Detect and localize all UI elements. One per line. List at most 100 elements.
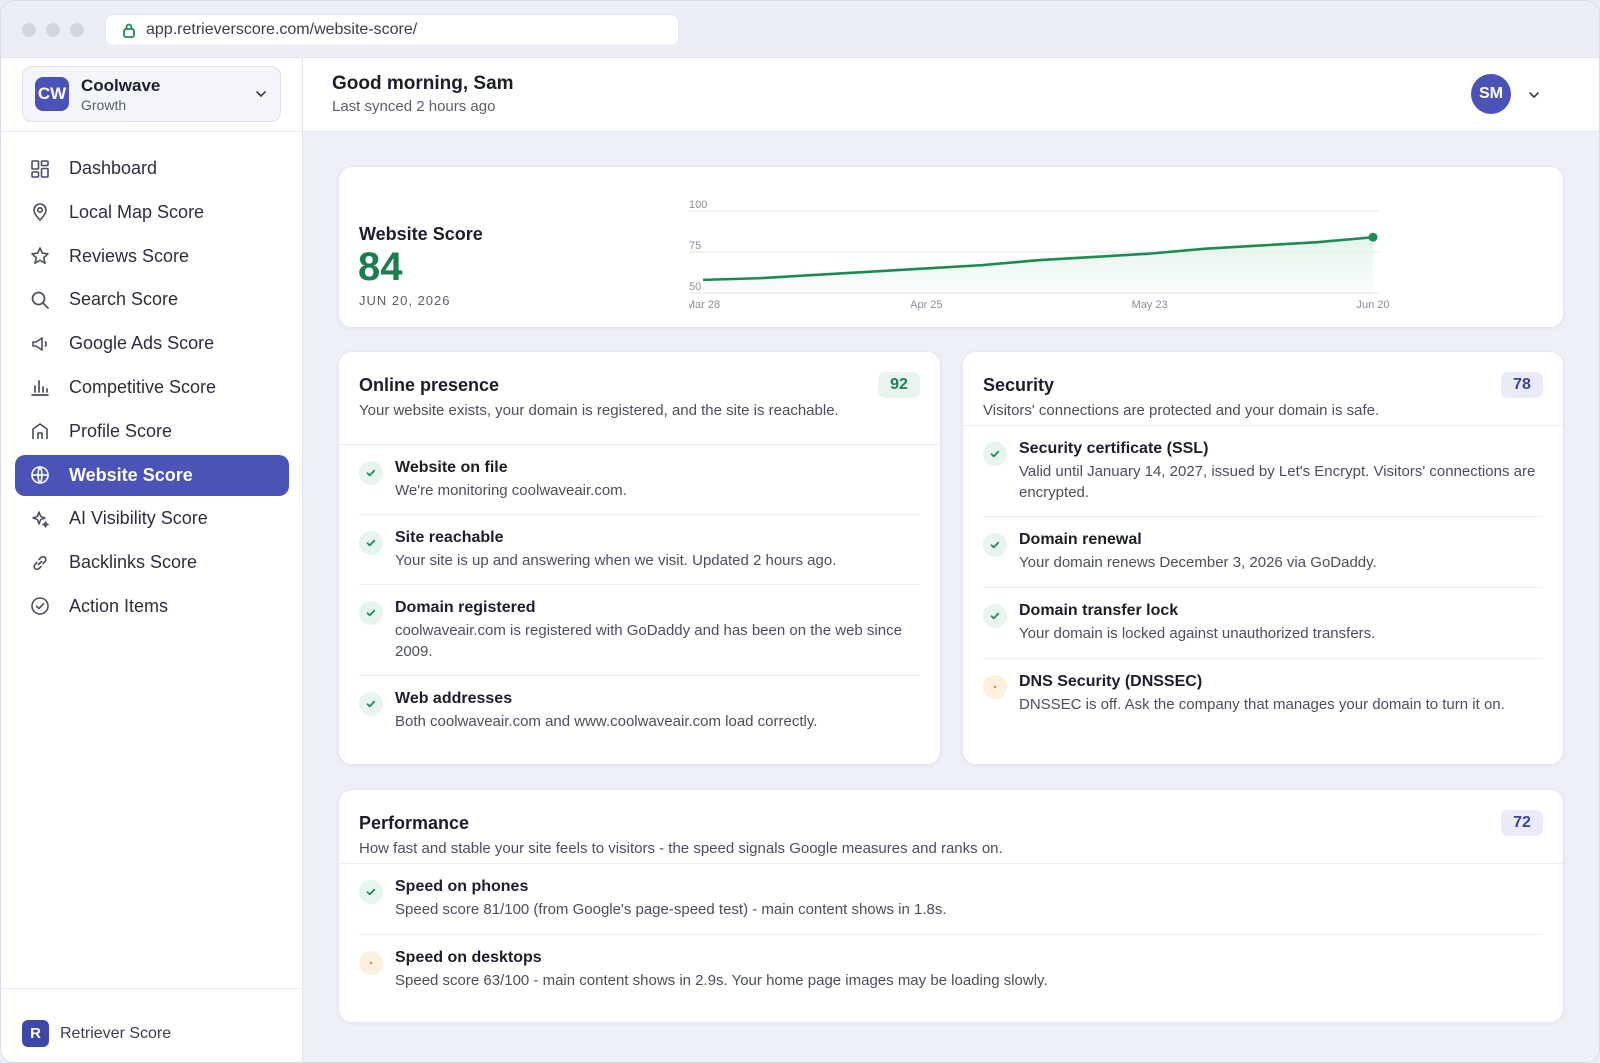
check-icon xyxy=(359,880,383,904)
x-tick-label: Jun 20 xyxy=(1356,299,1389,311)
sidebar-item-label: Reviews Score xyxy=(69,245,190,266)
item-text: Speed score 81/100 (from Google's page-s… xyxy=(395,901,947,918)
brand-footer: R Retriever Score xyxy=(22,1020,171,1047)
sidebar-item-ai-visibility-score[interactable]: AI Visibility Score xyxy=(15,498,289,539)
item-title: Security certificate (SSL) xyxy=(1019,440,1209,457)
score-value: 84 xyxy=(358,245,403,289)
check-list: Speed on phones Speed score 81/100 (from… xyxy=(359,864,1543,1006)
org-switcher[interactable]: CW Coolwave Growth xyxy=(22,66,281,122)
sidebar-nav: Dashboard Local Map Score Reviews Score … xyxy=(15,148,289,630)
card-title: Performance xyxy=(359,813,470,833)
item-title: Speed on desktops xyxy=(395,949,542,966)
sidebar-divider xyxy=(1,131,302,132)
check-icon xyxy=(359,601,383,625)
check-icon xyxy=(983,604,1007,628)
sidebar-item-website-score[interactable]: Website Score xyxy=(15,454,289,496)
score-date: JUN 20, 2026 xyxy=(359,293,451,308)
item-text: DNSSEC is off. Ask the company that mana… xyxy=(1019,696,1505,713)
item-title: Website on file xyxy=(395,459,508,476)
sidebar-item-competitive-score[interactable]: Competitive Score xyxy=(15,367,289,408)
list-item: Security certificate (SSL) Valid until J… xyxy=(983,426,1543,517)
dashboard-icon xyxy=(29,158,51,180)
item-title: Domain renewal xyxy=(1019,531,1142,548)
card-description: Your website exists, your domain is regi… xyxy=(359,402,839,419)
greeting: Good morning, Sam xyxy=(332,73,514,94)
window-minimize-button[interactable] xyxy=(46,23,60,37)
card-title: Online presence xyxy=(359,375,500,395)
warning-dot-icon xyxy=(359,951,383,975)
bar-chart-icon xyxy=(29,376,51,398)
address-bar[interactable]: app.retrieverscore.com/website-score/ xyxy=(105,14,679,46)
card-title: Security xyxy=(983,375,1055,395)
check-icon xyxy=(359,531,383,555)
storefront-icon xyxy=(29,420,51,442)
sidebar-item-label: Local Map Score xyxy=(69,201,205,222)
item-text: Valid until January 14, 2027, issued by … xyxy=(1019,463,1536,501)
list-item: Web addresses Both coolwaveair.com and w… xyxy=(359,676,920,746)
y-tick-label: 100 xyxy=(689,199,707,211)
check-list: Website on file We're monitoring coolwav… xyxy=(359,445,920,746)
card-description: Visitors' connections are protected and … xyxy=(983,402,1380,419)
item-text: Speed score 63/100 - main content shows … xyxy=(395,972,1048,989)
item-text: Your domain is locked against unauthoriz… xyxy=(1019,625,1376,642)
sidebar-item-label: Action Items xyxy=(69,595,169,616)
link-icon xyxy=(29,552,51,574)
sparkle-icon xyxy=(29,508,51,530)
sidebar-item-reviews-score[interactable]: Reviews Score xyxy=(15,236,289,277)
window-maximize-button[interactable] xyxy=(70,23,84,37)
sidebar-item-local-map-score[interactable]: Local Map Score xyxy=(15,192,289,233)
score-badge: 92 xyxy=(878,372,920,398)
item-title: Site reachable xyxy=(395,529,504,546)
item-text: coolwaveair.com is registered with GoDad… xyxy=(395,622,902,660)
search-icon xyxy=(29,289,51,311)
chevron-down-icon[interactable] xyxy=(1527,88,1541,107)
app-window: app.retrieverscore.com/website-score/ CW… xyxy=(0,0,1600,1063)
sidebar-item-dashboard[interactable]: Dashboard xyxy=(15,148,289,189)
brand-logo: R xyxy=(22,1020,49,1047)
item-title: Domain transfer lock xyxy=(1019,602,1179,619)
sidebar-item-action-items[interactable]: Action Items xyxy=(15,586,289,627)
sidebar-item-label: Search Score xyxy=(69,289,179,310)
data-point xyxy=(1368,232,1378,242)
list-item: Website on file We're monitoring coolwav… xyxy=(359,445,920,515)
lock-icon xyxy=(122,22,136,38)
sidebar-item-backlinks-score[interactable]: Backlinks Score xyxy=(15,542,289,583)
last-synced-text: Last synced 2 hours ago xyxy=(332,98,496,115)
y-tick-label: 50 xyxy=(689,281,701,293)
x-tick-label: May 23 xyxy=(1132,299,1168,311)
performance-card: Performance How fast and stable your sit… xyxy=(338,789,1564,1023)
check-icon xyxy=(359,692,383,716)
score-trend-chart: 50 75 100 Mar 28 Apr 25 May 23 Jun 20 xyxy=(689,199,1390,311)
item-title: Domain registered xyxy=(395,599,536,616)
user-avatar[interactable]: SM xyxy=(1471,74,1511,114)
sidebar-item-label: Profile Score xyxy=(69,420,173,441)
sidebar-item-label: Website Score xyxy=(69,464,193,485)
x-tick-label: Mar 28 xyxy=(689,299,720,311)
check-icon xyxy=(983,442,1007,466)
sidebar-item-label: AI Visibility Score xyxy=(69,508,208,529)
chevron-down-icon xyxy=(254,87,268,101)
brand-name: Retriever Score xyxy=(60,1024,172,1042)
check-icon xyxy=(359,461,383,485)
check-list: Security certificate (SSL) Valid until J… xyxy=(983,426,1543,730)
megaphone-icon xyxy=(29,333,51,355)
item-text: Both coolwaveair.com and www.coolwaveair… xyxy=(395,713,818,730)
item-text: We're monitoring coolwaveair.com. xyxy=(395,482,627,499)
sidebar-item-profile-score[interactable]: Profile Score xyxy=(15,411,289,452)
sidebar-item-google-ads-score[interactable]: Google Ads Score xyxy=(15,323,289,364)
org-plan: Growth xyxy=(81,96,127,113)
score-badge: 78 xyxy=(1501,372,1543,398)
sidebar-item-label: Backlinks Score xyxy=(69,552,198,573)
window-close-button[interactable] xyxy=(22,23,36,37)
check-circle-icon xyxy=(29,595,51,617)
security-card: Security Visitors' connections are prote… xyxy=(962,351,1564,765)
list-item: DNS Security (DNSSEC) DNSSEC is off. Ask… xyxy=(983,659,1543,730)
score-badge: 72 xyxy=(1501,810,1543,836)
check-icon xyxy=(983,533,1007,557)
list-item: Domain registered coolwaveair.com is reg… xyxy=(359,585,920,676)
browser-chrome: app.retrieverscore.com/website-score/ xyxy=(1,1,1599,58)
x-tick-label: Apr 25 xyxy=(910,299,942,311)
list-item: Domain renewal Your domain renews Decemb… xyxy=(983,517,1543,588)
list-item: Speed on phones Speed score 81/100 (from… xyxy=(359,864,1543,935)
sidebar-item-search-score[interactable]: Search Score xyxy=(15,279,289,320)
